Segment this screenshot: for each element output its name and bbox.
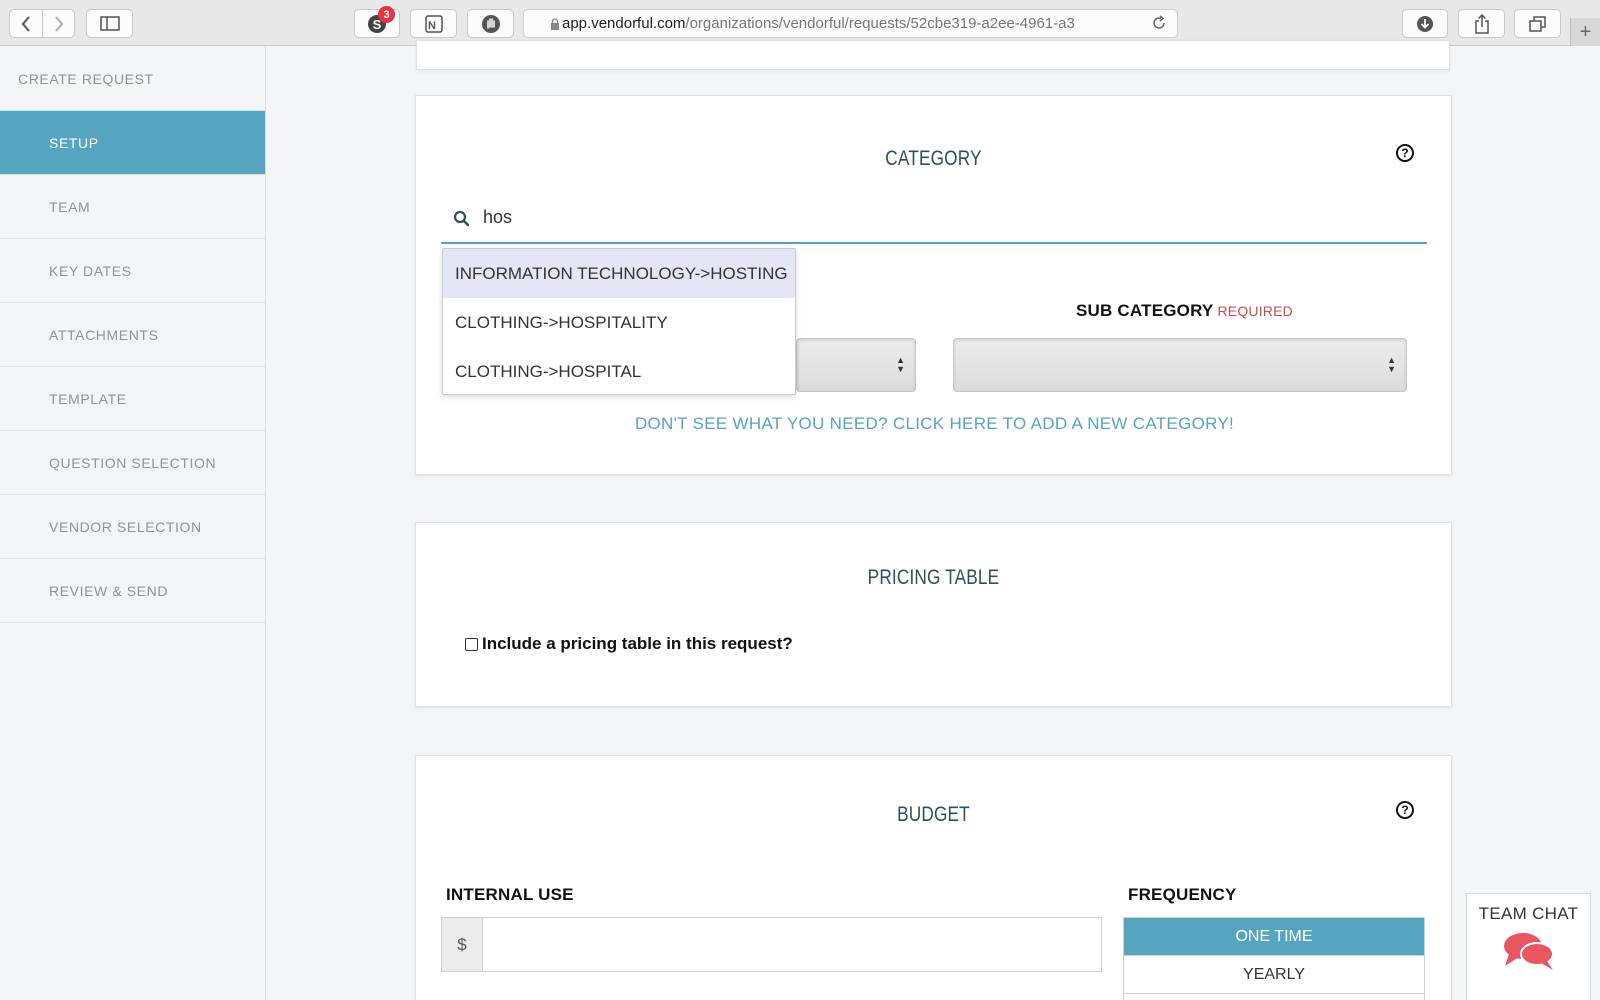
back-button[interactable]	[9, 9, 43, 38]
sub-category-label-text: SUB CATEGORY	[1076, 301, 1214, 320]
extension-hand-button[interactable]	[467, 9, 514, 38]
plus-icon: +	[1579, 20, 1592, 43]
add-category-link[interactable]: DON'T SEE WHAT YOU NEED? CLICK HERE TO A…	[416, 414, 1453, 434]
new-tab-button[interactable]: +	[1570, 18, 1600, 46]
sub-category-select[interactable]: ▲ ▼	[953, 338, 1407, 392]
frequency-options: ONE TIME YEARLY	[1123, 917, 1425, 1000]
extension-badge: 3	[378, 6, 395, 23]
required-label: REQUIRED	[1217, 303, 1293, 319]
sidebar-item-setup[interactable]: SETUP	[0, 111, 265, 175]
sidebar-nav: CREATE REQUEST SETUP TEAM KEY DATES ATTA…	[0, 46, 266, 1000]
reload-icon[interactable]	[1151, 15, 1167, 31]
frequency-option-one-time[interactable]: ONE TIME	[1124, 918, 1424, 956]
sidebar-item-question-selection[interactable]: QUESTION SELECTION	[0, 431, 265, 495]
frequency-option-yearly[interactable]: YEARLY	[1124, 956, 1424, 994]
internal-use-label: INTERNAL USE	[446, 885, 574, 904]
pricing-table-card: PRICING TABLE Include a pricing table in…	[415, 522, 1452, 707]
sidebar-item-vendor-selection[interactable]: VENDOR SELECTION	[0, 495, 265, 559]
sub-category-label: SUB CATEGORY REQUIRED	[1076, 301, 1293, 321]
suggestion-item[interactable]: CLOTHING->HOSPITALITY	[443, 298, 795, 347]
budget-card: BUDGET ? INTERNAL USE $ FREQUENCY ONE TI…	[415, 755, 1452, 1000]
sidebar-icon	[99, 16, 120, 31]
chat-bubbles-icon	[1503, 933, 1554, 970]
tabs-overview-button[interactable]	[1514, 9, 1561, 38]
category-search	[441, 194, 1427, 244]
extension-onenote-button[interactable]: N	[410, 9, 457, 38]
sidebar-item-review-send[interactable]: REVIEW & SEND	[0, 559, 265, 623]
forward-button[interactable]	[42, 9, 75, 38]
pricing-table-option: Include a pricing table in this request?	[465, 634, 793, 654]
sidebar-item-template[interactable]: TEMPLATE	[0, 367, 265, 431]
budget-title: BUDGET	[897, 803, 970, 826]
currency-symbol: $	[441, 917, 483, 972]
category-suggestions-dropdown: INFORMATION TECHNOLOGY->HOSTING CLOTHING…	[442, 248, 796, 395]
tabs-icon	[1528, 15, 1546, 32]
svg-text:N: N	[428, 20, 436, 32]
pricing-table-title: PRICING TABLE	[867, 566, 1000, 589]
select-arrows-icon: ▲ ▼	[1387, 355, 1396, 374]
url-path: /organizations/vendorful/requests/52cbe3…	[685, 15, 1075, 32]
chevron-right-icon	[54, 15, 63, 32]
pricing-table-checkbox-label[interactable]: Include a pricing table in this request?	[482, 634, 793, 654]
sidebar-title: CREATE REQUEST	[0, 46, 265, 111]
category-title: CATEGORY	[885, 147, 982, 170]
frequency-label: FREQUENCY	[1128, 885, 1237, 904]
previous-section-card	[416, 40, 1450, 70]
share-icon	[1474, 13, 1489, 34]
budget-help-icon[interactable]: ?	[1396, 801, 1414, 819]
url-domain: app.vendorful.com	[562, 15, 686, 32]
category-search-input[interactable]	[483, 202, 1383, 232]
team-chat-label: TEAM CHAT	[1478, 904, 1579, 923]
suggestion-item[interactable]: INFORMATION TECHNOLOGY->HOSTING	[443, 249, 795, 298]
sidebar-toggle-button[interactable]	[86, 9, 133, 38]
select-arrows-icon: ▲ ▼	[896, 355, 905, 374]
address-bar[interactable]: app.vendorful.com/organizations/vendorfu…	[523, 9, 1178, 38]
suggestion-item[interactable]: CLOTHING->HOSPITAL	[443, 347, 795, 396]
lock-icon	[551, 18, 559, 30]
chevron-left-icon	[21, 15, 30, 32]
download-icon	[1417, 15, 1433, 32]
downloads-button[interactable]	[1402, 9, 1448, 38]
onenote-icon: N	[424, 14, 443, 33]
category-select[interactable]: ▲ ▼	[796, 338, 916, 392]
internal-use-amount-input[interactable]	[482, 917, 1102, 972]
team-chat-widget[interactable]: TEAM CHAT	[1466, 893, 1591, 1000]
extension-s-button[interactable]: S 3	[354, 6, 400, 38]
search-icon	[453, 210, 470, 227]
sidebar-item-key-dates[interactable]: KEY DATES	[0, 239, 265, 303]
category-help-icon[interactable]: ?	[1396, 144, 1414, 162]
category-card: CATEGORY ? ▲▼ SUB CATEGORYREQUIRED ▲▼ IN…	[415, 95, 1452, 475]
pricing-table-checkbox[interactable]	[465, 637, 478, 651]
hand-icon	[481, 14, 500, 33]
share-button[interactable]	[1458, 9, 1505, 38]
sidebar-item-attachments[interactable]: ATTACHMENTS	[0, 303, 265, 367]
sidebar-item-team[interactable]: TEAM	[0, 175, 265, 239]
